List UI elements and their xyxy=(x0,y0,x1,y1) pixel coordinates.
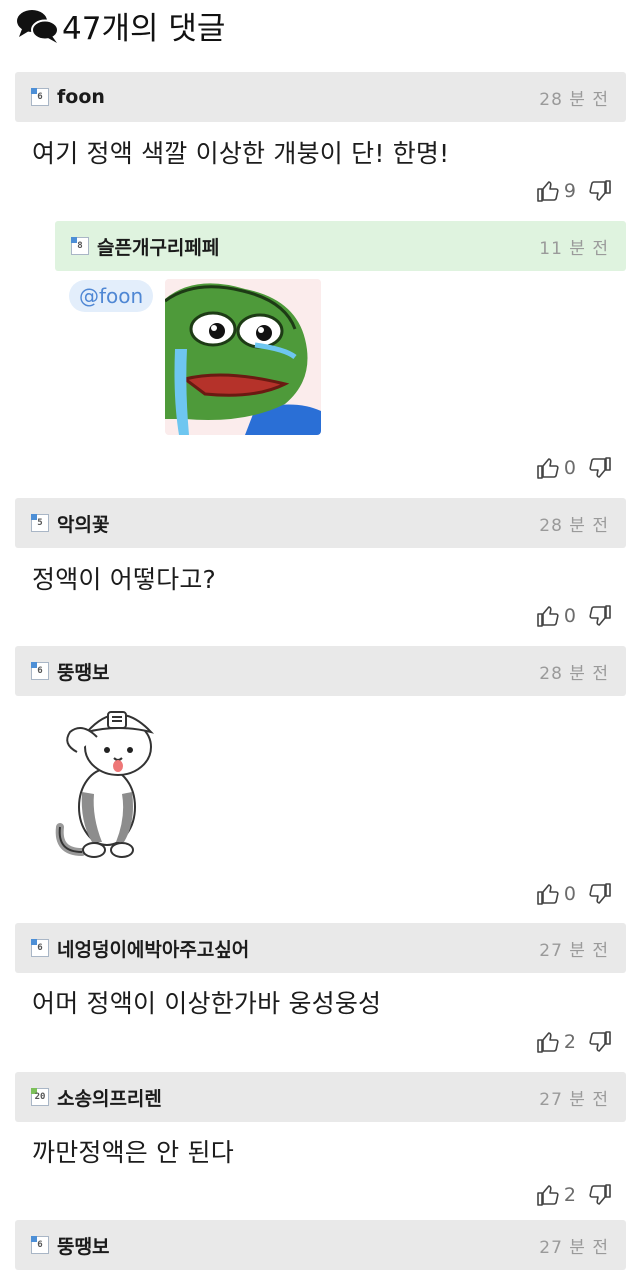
level-badge: 6 xyxy=(31,939,49,957)
comment-time: 27 분 전 xyxy=(539,1089,609,1110)
author-nickname[interactable]: 악의꽃 xyxy=(57,510,539,537)
thumbs-down-icon[interactable] xyxy=(588,604,612,628)
level-badge: 6 xyxy=(31,662,49,680)
comment-header: 20 소송의프리렌 27 분 전 xyxy=(15,1072,626,1122)
thumbs-up-icon[interactable] xyxy=(536,882,560,906)
reply-header: 8 슬픈개구리페페 11 분 전 xyxy=(55,221,626,271)
comment-header: 5 악의꽃 28 분 전 xyxy=(15,498,626,548)
author-nickname[interactable]: foon xyxy=(57,86,539,108)
comment-count-title: 47개의 댓글 xyxy=(62,10,226,47)
thumbs-down-icon[interactable] xyxy=(588,179,612,203)
comment-text: 까만정액은 안 된다 xyxy=(32,1138,234,1167)
comment-text: 정액이 어떻다고? xyxy=(32,565,217,594)
vote-bar: 2 xyxy=(536,1028,612,1056)
thumbs-up-icon[interactable] xyxy=(536,1183,560,1207)
mention-tag[interactable]: @foon xyxy=(69,280,154,312)
author-nickname[interactable]: 뚱땡보 xyxy=(57,1232,539,1259)
comment-text: 어머 정액이 이상한가바 웅성웅성 xyxy=(32,989,382,1018)
comment-time: 27 분 전 xyxy=(539,940,609,961)
level-badge: 5 xyxy=(31,514,49,532)
like-count: 0 xyxy=(563,457,576,479)
comment-time: 11 분 전 xyxy=(539,238,609,259)
like-count: 0 xyxy=(563,605,576,627)
thumbs-up-icon[interactable] xyxy=(536,1030,560,1054)
vote-bar: 9 xyxy=(536,177,612,205)
comment-header: 6 뚱땡보 27 분 전 xyxy=(15,1220,626,1270)
comment-header: 6 foon 28 분 전 xyxy=(15,72,626,122)
thumbs-down-icon[interactable] xyxy=(588,1030,612,1054)
thumbs-up-icon[interactable] xyxy=(536,604,560,628)
crying-frog-sticker xyxy=(165,279,321,435)
author-nickname[interactable]: 소송의프리렌 xyxy=(57,1084,539,1111)
thumbs-down-icon[interactable] xyxy=(588,456,612,480)
saluting-cat-sticker xyxy=(52,702,162,862)
like-count: 2 xyxy=(563,1031,576,1053)
level-badge: 8 xyxy=(71,237,89,255)
thumbs-up-icon[interactable] xyxy=(536,456,560,480)
vote-bar: 2 xyxy=(536,1181,612,1209)
like-count: 0 xyxy=(563,883,576,905)
thumbs-down-icon[interactable] xyxy=(588,882,612,906)
vote-bar: 0 xyxy=(536,602,612,630)
level-badge: 6 xyxy=(31,1236,49,1254)
comment-time: 28 분 전 xyxy=(539,663,609,684)
comment-text: 여기 정액 색깔 이상한 개붕이 단! 한명! xyxy=(32,139,450,168)
author-nickname[interactable]: 슬픈개구리페페 xyxy=(97,233,539,260)
comment-time: 28 분 전 xyxy=(539,515,609,536)
thumbs-up-icon[interactable] xyxy=(536,179,560,203)
comments-header: 47개의 댓글 xyxy=(14,0,225,50)
comment-header: 6 네엉덩이에박아주고싶어 27 분 전 xyxy=(15,923,626,973)
author-nickname[interactable]: 뚱땡보 xyxy=(57,658,539,685)
like-count: 2 xyxy=(563,1184,576,1206)
like-count: 9 xyxy=(563,180,576,202)
level-badge: 6 xyxy=(31,88,49,106)
speech-bubbles-icon xyxy=(14,5,60,45)
comment-time: 27 분 전 xyxy=(539,1237,609,1258)
thumbs-down-icon[interactable] xyxy=(588,1183,612,1207)
author-nickname[interactable]: 네엉덩이에박아주고싶어 xyxy=(57,935,539,962)
comment-time: 28 분 전 xyxy=(539,89,609,110)
vote-bar: 0 xyxy=(536,454,612,482)
vote-bar: 0 xyxy=(536,880,612,908)
comment-header: 6 뚱땡보 28 분 전 xyxy=(15,646,626,696)
level-badge: 20 xyxy=(31,1088,49,1106)
